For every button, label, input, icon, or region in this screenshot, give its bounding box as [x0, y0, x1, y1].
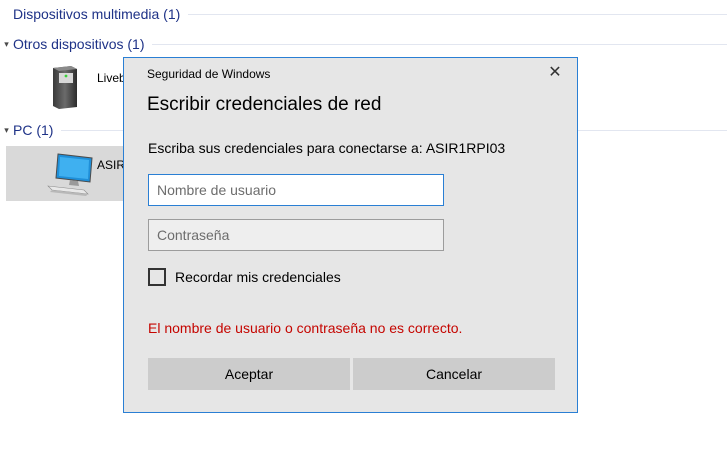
error-message: El nombre de usuario o contraseña no es …	[148, 320, 463, 336]
dialog-window-title: Seguridad de Windows	[147, 67, 271, 81]
group-header-multimedia[interactable]: ▾ Dispositivos multimedia (1)	[0, 3, 727, 25]
password-field[interactable]: Contraseña	[148, 219, 444, 251]
group-label-other-devices: Otros dispositivos (1)	[13, 36, 145, 52]
cancel-button[interactable]: Cancelar	[353, 358, 555, 390]
device-item-other[interactable]: Liveb	[45, 62, 126, 112]
device-label-pc: ASIR	[97, 158, 126, 172]
remember-checkbox[interactable]	[148, 268, 166, 286]
close-icon[interactable]: ✕	[547, 64, 563, 82]
group-header-other-devices[interactable]: ▾ Otros dispositivos (1)	[0, 33, 727, 55]
dialog-prompt: Escriba sus credenciales para conectarse…	[148, 140, 506, 156]
group-divider	[152, 43, 727, 45]
dialog-heading: Escribir credenciales de red	[147, 94, 382, 115]
accept-button[interactable]: Aceptar	[148, 358, 350, 390]
remember-label: Recordar mis credenciales	[175, 269, 341, 285]
device-item-pc[interactable]: ASIR	[6, 146, 126, 201]
device-label-other: Liveb	[97, 71, 126, 85]
group-label-multimedia: Dispositivos multimedia (1)	[13, 6, 181, 22]
chevron-down-icon: ▾	[4, 38, 9, 49]
credentials-dialog: Seguridad de Windows ✕ Escribir credenci…	[123, 57, 578, 413]
server-tower-icon	[53, 66, 77, 109]
computer-monitor-icon	[47, 153, 93, 196]
remember-credentials-option[interactable]: Recordar mis credenciales	[148, 268, 341, 286]
group-divider	[188, 13, 727, 15]
group-label-pc: PC (1)	[13, 122, 54, 138]
username-field[interactable]: Nombre de usuario	[148, 174, 444, 206]
chevron-down-icon: ▾	[4, 124, 9, 135]
